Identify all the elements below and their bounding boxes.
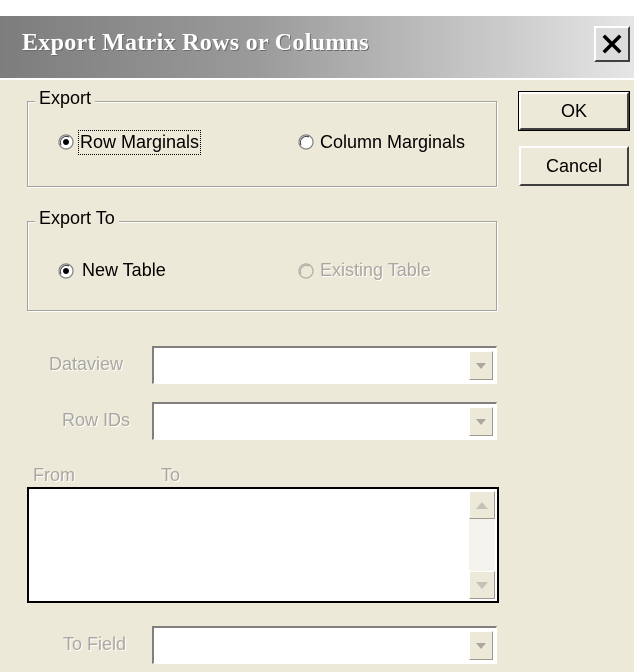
new-table-radio[interactable]: [58, 263, 74, 279]
export-group-legend: Export: [35, 88, 96, 109]
existing-table-radio: [298, 263, 314, 279]
row-ids-dropdown-button[interactable]: [469, 407, 493, 436]
export-to-group-legend: Export To: [35, 208, 119, 229]
chevron-down-icon: [476, 581, 488, 589]
cancel-button[interactable]: Cancel: [519, 146, 629, 186]
close-icon: [602, 34, 622, 54]
column-marginals-radio[interactable]: [298, 134, 314, 150]
window-title: Export Matrix Rows or Columns: [22, 30, 369, 56]
chevron-down-icon: [476, 642, 486, 649]
to-column-header: To: [161, 465, 181, 485]
from-column-header: From: [33, 465, 75, 485]
scroll-down-button[interactable]: [469, 571, 495, 599]
ok-button[interactable]: OK: [518, 91, 630, 131]
dataview-combobox[interactable]: [152, 346, 497, 384]
title-bar: Export Matrix Rows or Columns: [0, 0, 634, 88]
close-button[interactable]: [594, 26, 630, 62]
dataview-dropdown-button[interactable]: [469, 351, 493, 380]
cancel-button-label: Cancel: [545, 155, 603, 176]
chevron-up-icon: [476, 501, 488, 509]
dataview-label: Dataview: [49, 354, 124, 374]
row-marginals-label[interactable]: Row Marginals: [77, 130, 202, 155]
to-field-label: To Field: [63, 634, 127, 654]
listbox-scrollbar[interactable]: [469, 491, 495, 599]
column-marginals-label[interactable]: Column Marginals: [320, 132, 465, 153]
chevron-down-icon: [476, 362, 486, 369]
new-table-label[interactable]: New Table: [82, 260, 166, 281]
existing-table-label: Existing Table: [320, 260, 431, 280]
from-to-listbox[interactable]: [27, 487, 499, 603]
row-ids-combobox[interactable]: [152, 402, 497, 440]
scroll-up-button[interactable]: [469, 491, 495, 519]
export-matrix-dialog: Export Matrix Rows or Columns Export Row…: [0, 0, 634, 672]
chevron-down-icon: [476, 418, 486, 425]
ok-button-label: OK: [560, 100, 587, 121]
to-field-combobox[interactable]: [152, 626, 497, 664]
row-marginals-radio[interactable]: [58, 134, 74, 150]
to-field-dropdown-button[interactable]: [469, 631, 493, 660]
row-ids-label: Row IDs: [62, 410, 131, 430]
